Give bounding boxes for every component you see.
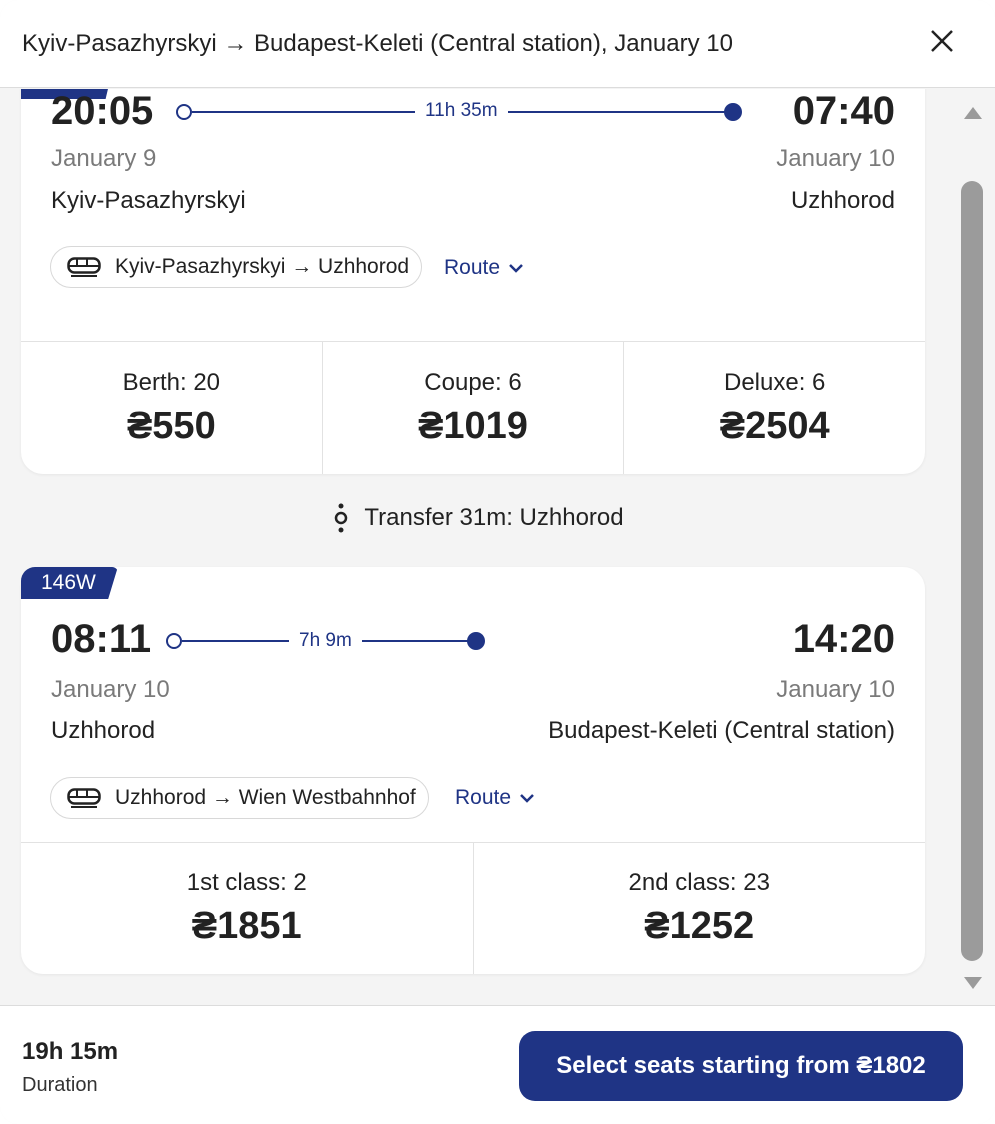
fare-name: 2nd class: 23 xyxy=(628,869,770,896)
trip-details-modal: Kyiv-Pasazhyrskyi → Budapest-Keleti (Cen… xyxy=(0,0,995,1124)
fare-price: ₴550 xyxy=(126,404,216,447)
route-toggle[interactable]: Route xyxy=(444,256,524,280)
departure-time: 08:11 xyxy=(51,617,152,661)
fare-name: Deluxe: 6 xyxy=(723,368,826,396)
arrival-date: January 10 xyxy=(776,676,895,703)
chevron-down-icon xyxy=(520,794,534,803)
segment-card-1: 20:05 07:40 11h 35m January 9 January 10… xyxy=(21,89,925,474)
route-link-label: Route xyxy=(455,786,512,809)
scroll-down-icon[interactable] xyxy=(964,977,982,989)
route-link-label: Route xyxy=(444,256,501,279)
departure-date: January 9 xyxy=(51,145,157,172)
departure-time: 20:05 xyxy=(51,89,154,133)
transfer-info: Transfer 31m: Uzhhorod xyxy=(0,503,958,533)
arrival-time: 14:20 xyxy=(792,617,895,661)
duration-caption: Duration xyxy=(22,1074,98,1096)
fare-options: Berth: 20 ₴550 Coupe: 6 ₴1019 Deluxe: 6 … xyxy=(21,341,925,474)
fare-price: ₴1252 xyxy=(644,905,755,947)
arrival-dot xyxy=(467,632,485,650)
fare-options: 1st class: 2 ₴1851 2nd class: 23 ₴1252 xyxy=(21,842,925,974)
departure-station: Uzhhorod xyxy=(51,717,156,744)
departure-dot xyxy=(166,633,182,649)
train-route-text: Kyiv-Pasazhyrskyi → Uzhhorod xyxy=(115,255,410,278)
train-icon xyxy=(67,788,101,808)
fare-price: ₴1019 xyxy=(418,404,528,447)
fare-name: Coupe: 6 xyxy=(424,368,522,396)
scrollbar[interactable] xyxy=(958,89,988,1004)
fare-option-coupe[interactable]: Coupe: 6 ₴1019 xyxy=(323,342,625,474)
departure-dot xyxy=(176,104,192,120)
select-seats-button[interactable]: Select seats starting from ₴1802 xyxy=(519,1031,963,1101)
trip-scroll-area[interactable]: 20:05 07:40 11h 35m January 9 January 10… xyxy=(0,89,995,1004)
arrival-time: 07:40 xyxy=(792,89,895,133)
total-duration: 19h 15m xyxy=(22,1038,119,1065)
transfer-icon xyxy=(335,503,348,533)
train-icon xyxy=(67,257,101,277)
arrival-station: Uzhhorod xyxy=(790,187,895,214)
fare-option-1st-class[interactable]: 1st class: 2 ₴1851 xyxy=(21,843,474,974)
fare-name: Berth: 20 xyxy=(122,368,221,396)
modal-header: Kyiv-Pasazhyrskyi → Budapest-Keleti (Cen… xyxy=(0,0,995,88)
scroll-up-icon[interactable] xyxy=(964,107,982,119)
fare-price: ₴1851 xyxy=(191,905,302,947)
departure-date: January 10 xyxy=(51,676,170,703)
fare-option-2nd-class[interactable]: 2nd class: 23 ₴1252 xyxy=(474,843,926,974)
segment-duration: 11h 35m xyxy=(415,100,508,122)
train-route-pill: Uzhhorod → Wien Westbahnhof xyxy=(50,777,429,819)
fare-option-berth[interactable]: Berth: 20 ₴550 xyxy=(21,342,323,474)
fare-price: ₴2504 xyxy=(719,404,830,447)
scrollbar-thumb[interactable] xyxy=(961,181,983,961)
train-number-badge: 146W xyxy=(21,567,118,599)
segment-duration: 7h 9m xyxy=(289,630,362,652)
arrival-station: Budapest-Keleti (Central station) xyxy=(548,717,895,744)
close-icon[interactable] xyxy=(927,26,957,56)
chevron-down-icon xyxy=(509,264,523,273)
transfer-text: Transfer 31m: Uzhhorod xyxy=(364,504,624,531)
departure-station: Kyiv-Pasazhyrskyi xyxy=(51,187,246,214)
fare-option-deluxe[interactable]: Deluxe: 6 ₴2504 xyxy=(624,342,925,474)
modal-footer: 19h 15m Duration Select seats starting f… xyxy=(0,1005,995,1124)
route-toggle[interactable]: Route xyxy=(455,786,535,810)
segment-card-2: 146W 08:11 14:20 7h 9m January 10 Januar… xyxy=(21,567,925,974)
train-route-text: Uzhhorod → Wien Westbahnhof xyxy=(115,786,416,809)
arrival-date: January 10 xyxy=(776,145,895,172)
modal-title: Kyiv-Pasazhyrskyi → Budapest-Keleti (Cen… xyxy=(22,29,733,57)
train-route-pill: Kyiv-Pasazhyrskyi → Uzhhorod xyxy=(50,246,423,288)
fare-name: 1st class: 2 xyxy=(186,869,307,896)
arrival-dot xyxy=(724,103,742,121)
